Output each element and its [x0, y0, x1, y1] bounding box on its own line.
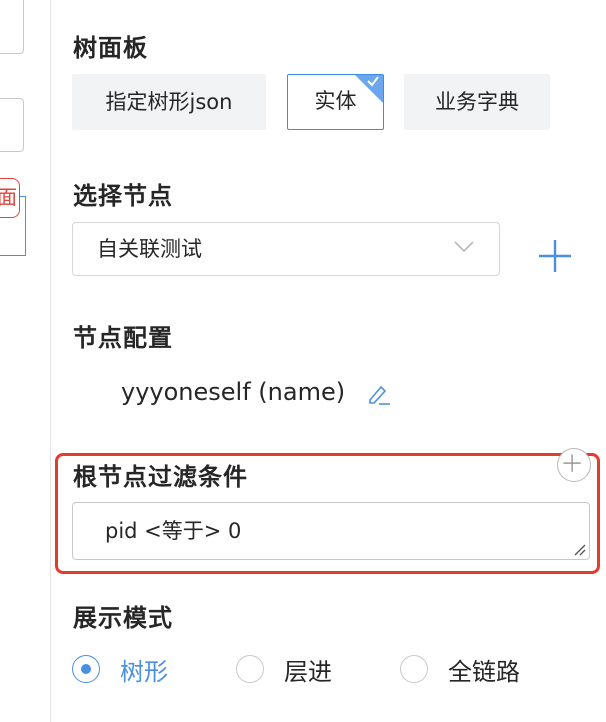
display-mode-layer-radio[interactable]: 层进	[236, 652, 332, 686]
root-filter-value: pid <等于> 0	[105, 519, 242, 543]
radio-dot[interactable]	[400, 655, 428, 683]
display-mode-title: 展示模式	[73, 604, 173, 632]
add-filter-button[interactable]	[557, 448, 591, 482]
tree-option-entity-label: 实体	[314, 89, 357, 113]
property-panel: 面 树面板 指定树形json 实体 业务字典 选择节点 自关联测试 节点配置 y…	[0, 0, 606, 722]
edit-icon[interactable]	[366, 382, 392, 406]
panel-divider	[50, 0, 51, 722]
left-canvas-strip: 面	[0, 0, 52, 722]
canvas-component-box[interactable]	[0, 98, 24, 152]
node-config-value: yyyoneself (name)	[121, 378, 346, 406]
chevron-down-icon	[454, 241, 474, 253]
radio-dot[interactable]	[72, 655, 100, 683]
node-config-title: 节点配置	[73, 324, 173, 352]
display-mode-tree-radio[interactable]: 树形	[72, 652, 168, 686]
display-mode-fullchain-radio[interactable]: 全链路	[400, 652, 520, 686]
radio-dot[interactable]	[236, 655, 264, 683]
plus-icon	[563, 454, 581, 472]
root-filter-title: 根节点过滤条件	[73, 463, 248, 491]
node-select-value: 自关联测试	[97, 237, 202, 261]
tree-option-json[interactable]: 指定树形json	[72, 74, 266, 130]
node-select[interactable]: 自关联测试	[72, 222, 500, 276]
canvas-component-box[interactable]	[0, 0, 24, 54]
tree-option-entity[interactable]: 实体	[287, 74, 384, 130]
tree-panel-title: 树面板	[73, 34, 148, 62]
check-icon	[367, 76, 379, 87]
radio-label: 层进	[284, 657, 332, 686]
node-select-title: 选择节点	[73, 182, 173, 210]
add-node-plus-icon[interactable]	[537, 238, 573, 274]
tree-option-dict[interactable]: 业务字典	[404, 74, 550, 130]
radio-label: 树形	[120, 657, 168, 686]
radio-label: 全链路	[448, 657, 520, 686]
root-filter-textarea[interactable]: pid <等于> 0	[72, 502, 590, 560]
canvas-tag[interactable]: 面	[0, 178, 20, 218]
resize-handle-icon[interactable]	[572, 542, 586, 556]
